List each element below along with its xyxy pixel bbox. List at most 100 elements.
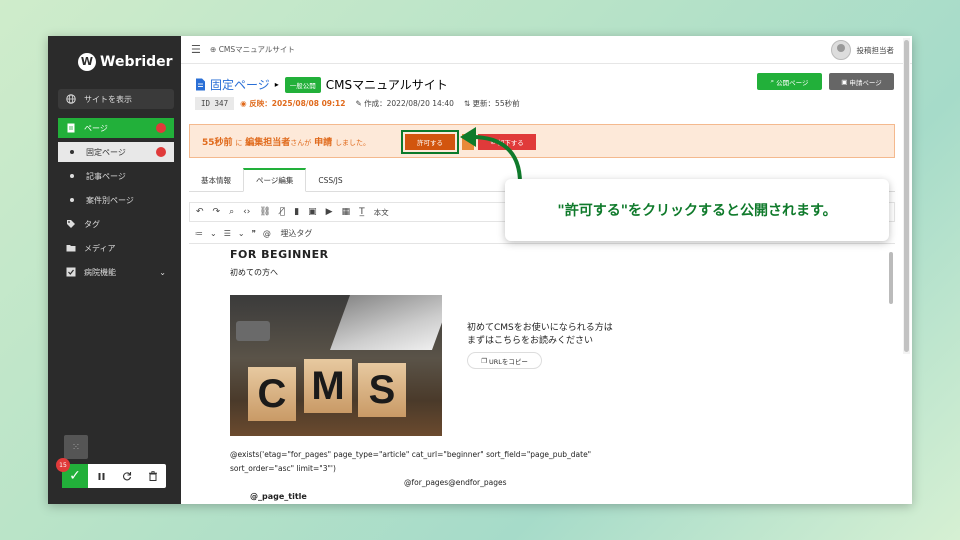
page-type-link[interactable]: 固定ページ [210,76,270,93]
message-part: さんが [290,138,312,147]
editor-content[interactable]: FOR BEGINNER 初めての方へ C M S 初めてCMSをお使いになられ… [189,244,887,504]
logo[interactable]: W Webrider [78,53,173,71]
editor-scrollbar[interactable] [887,248,895,504]
floating-action-bar: ✓ [62,464,166,488]
breadcrumb[interactable]: ⊕ CMSマニュアルサイト [210,44,295,55]
code-icon[interactable]: ‹› [243,207,250,217]
public-page-button[interactable]: ⌕ 公開ページ [757,73,822,90]
sidebar-item-label: メディア [84,243,116,253]
search-icon[interactable]: ⌕ [229,207,234,217]
search-icon: ⌕ [770,77,775,85]
page-meta: ID 347 ◉ 反映：2025/08/08 09:12 ✎ 作成：2022/0… [195,97,530,110]
sidebar-item-label: 案件別ページ [86,195,134,205]
sidebar: W Webrider サイトを表示 ページ 固定ページ 記事ページ 案件別ページ… [48,36,181,504]
checkbox-icon [66,267,76,277]
reflect-time: ◉ 反映：2025/08/08 09:12 [240,99,346,108]
media-icon[interactable]: ▶ [326,207,333,217]
tab-basic-info[interactable]: 基本情報 [189,168,243,192]
user-name: 投稿担当者 [856,45,895,55]
grid-icon[interactable]: ⁙ [64,435,88,459]
sidebar-item-label: タグ [84,219,100,229]
editor-name: 編集担当者 [245,137,291,148]
request-page-label: 申請ページ [849,78,882,87]
approval-message: 55秒前 に 編集担当者さんが 申請 しました。 [202,135,370,148]
created-time-label: 作成：2022/08/20 14:40 [364,99,454,108]
image-icon[interactable]: ▣ [308,207,317,217]
unlink-icon[interactable]: ⛓̸ [280,207,285,217]
laptop-shape [329,295,442,350]
trash-icon[interactable] [140,464,166,488]
ordered-list-icon[interactable]: ≔ [195,229,203,238]
scrollbar-thumb[interactable] [889,252,893,304]
sidebar-item-label: 病院機能 [84,267,116,277]
document-icon [196,78,205,91]
notification-dot [156,123,166,133]
refresh-icon[interactable] [114,464,140,488]
bullet-icon [70,174,74,178]
reflect-time-label: 反映：2025/08/08 09:12 [249,99,346,108]
avatar [830,40,851,60]
cms-photo: C M S [230,295,442,436]
undo-icon[interactable]: ↶ [196,207,204,217]
sidebar-item-article-pages[interactable]: 記事ページ [58,166,174,186]
redo-icon[interactable]: ↷ [213,207,221,217]
created-time: ✎ 作成：2022/08/20 14:40 [355,99,454,108]
main-pane: ☰ ⊕ CMSマニュアルサイト 投稿担当者 固定ページ ▸ 一般公開 CMSマニ… [181,36,912,504]
embed-tag-button[interactable]: @ 埋込タグ [263,228,320,239]
copy-url-button[interactable]: ❐ URLをコピー [467,352,542,369]
request-time: 55秒前 [202,137,233,148]
sidebar-item-pages[interactable]: ページ [58,118,174,138]
brand-name: Webrider [100,54,173,70]
bullet-icon [70,198,74,202]
document-icon [67,123,75,133]
chevron-down-icon: ⌄ [159,267,166,277]
copy-url-label: URLをコピー [489,357,528,366]
chevron-right-icon: ▸ [274,80,279,89]
sidebar-item-label: ページ [84,123,108,133]
sidebar-item-tags[interactable]: タグ [58,214,174,234]
document-icon: ▣ [841,77,848,86]
quote-icon[interactable]: ❞ [252,229,256,238]
request-action: 申請 [314,137,333,148]
intro-text-line2: まずはこちらをお読みください [467,336,594,346]
cube-m: M [304,359,352,413]
scrollbar-thumb[interactable] [904,40,909,352]
template-code-line: @exists('etag="for_pages" page_type="art… [230,450,592,459]
sidebar-item-media[interactable]: メディア [58,238,174,258]
bullet-list-icon[interactable]: ☰ [224,229,231,238]
sidebar-item-case-pages[interactable]: 案件別ページ [58,190,174,210]
embed-tag-label: 埋込タグ [280,229,313,238]
block-format-select[interactable]: 本文 [374,207,389,218]
message-part: に [235,138,243,147]
pause-icon[interactable] [88,464,114,488]
tab-page-edit[interactable]: ページ編集 [243,168,307,192]
cube-c: C [248,367,296,421]
app-window: W Webrider サイトを表示 ページ 固定ページ 記事ページ 案件別ページ… [48,36,912,504]
clear-format-icon[interactable]: T̲ [359,207,365,217]
bookmark-icon[interactable]: ▮ [294,207,299,217]
sidebar-item-label: 記事ページ [86,171,126,181]
sidebar-item-hospital[interactable]: 病院機能 ⌄ [58,262,174,282]
request-page-button[interactable]: ▣ 申請ページ [829,73,894,90]
message-part: しました。 [335,138,371,147]
callout-arrow-icon [460,127,522,184]
link-icon[interactable]: ⛓ [259,207,270,217]
menu-icon[interactable]: ☰ [191,43,202,56]
template-code-line: sort_order="asc" limit="3"') [230,464,336,473]
user-menu[interactable]: 投稿担当者 [830,40,895,60]
notification-count-badge: 15 [56,458,70,472]
tab-css-js[interactable]: CSS/JS [306,168,354,192]
page-id: ID 347 [195,97,235,110]
updated-time-label: 更新：55秒前 [472,99,520,108]
chevron-down-icon[interactable]: ⌄ [210,229,217,238]
chevron-down-icon[interactable]: ⌄ [238,229,245,238]
page-scrollbar[interactable] [903,38,910,354]
table-icon[interactable]: ▦ [342,207,351,217]
at-icon: @ [262,229,271,238]
view-site-button[interactable]: サイトを表示 [58,89,174,109]
approve-button[interactable]: 許可する [405,134,455,150]
sidebar-item-fixed-pages[interactable]: 固定ページ [58,142,174,162]
page-title: CMSマニュアルサイト [325,78,448,92]
mug-shape [236,321,270,341]
approval-banner: 55秒前 に 編集担当者さんが 申請 しました。 許可する ⊘ 却下する [189,124,895,158]
